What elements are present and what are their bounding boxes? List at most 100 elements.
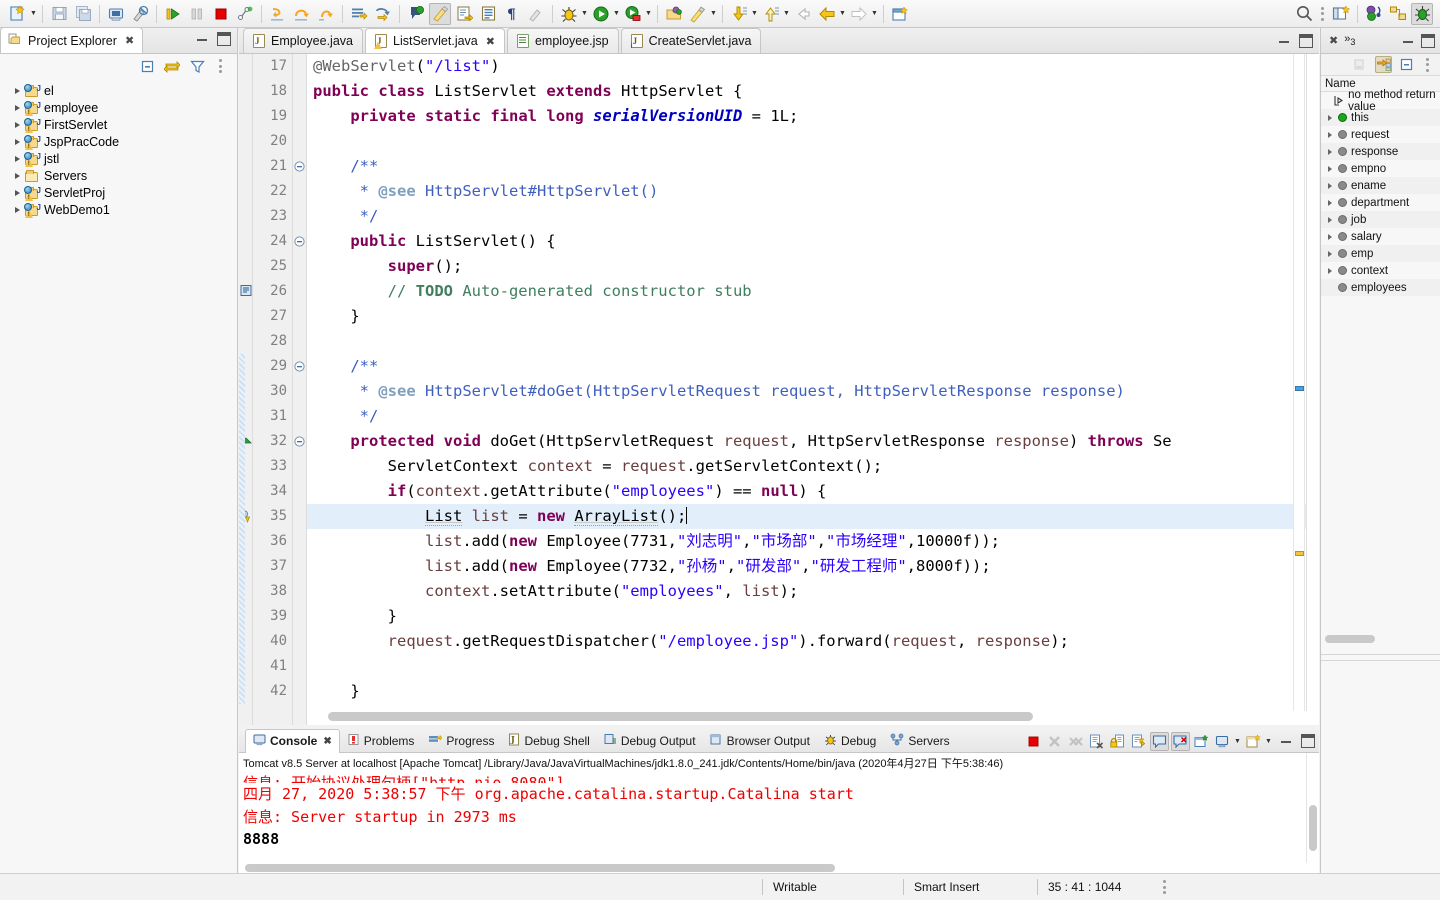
code-line[interactable]: List list = new ArrayList(); xyxy=(307,504,1319,529)
annotation-slot[interactable] xyxy=(239,154,252,179)
variable-row-ename[interactable]: ename xyxy=(1321,177,1440,194)
console-tab-debug[interactable]: Debug xyxy=(817,729,883,753)
new-window-icon[interactable] xyxy=(889,3,911,25)
run-icon[interactable] xyxy=(590,3,612,25)
view-menu-icon[interactable] xyxy=(1426,57,1429,72)
code-line[interactable]: public ListServlet() { xyxy=(307,229,1319,254)
run-dropdown[interactable]: ▼ xyxy=(613,4,620,24)
collapse-expand-icon[interactable] xyxy=(1375,56,1392,73)
variable-row-request[interactable]: request xyxy=(1321,126,1440,143)
editor-tab-ListServlet-java[interactable]: J ListServlet.java ✖ xyxy=(365,28,505,53)
console-tab-console[interactable]: Console ✖ xyxy=(245,728,340,753)
maximize-icon[interactable] xyxy=(1299,34,1313,48)
overview-ruler[interactable] xyxy=(1293,54,1305,711)
perspective-java-ee-icon[interactable] xyxy=(1363,3,1385,25)
overview-mark-blue[interactable] xyxy=(1295,386,1304,391)
scroll-lock-icon[interactable] xyxy=(1108,732,1127,751)
close-icon[interactable]: ✖ xyxy=(323,736,331,747)
view-menu-icon[interactable] xyxy=(219,59,222,73)
close-icon[interactable]: ✖ xyxy=(1329,34,1338,47)
previous-annotation-icon[interactable] xyxy=(372,3,394,25)
expand-arrow-icon[interactable] xyxy=(1323,267,1336,274)
last-edit-icon[interactable] xyxy=(728,3,750,25)
editor-tab-employee-jsp[interactable]: employee.jsp xyxy=(506,28,619,53)
code-line[interactable]: protected void doGet(HttpServletRequest … xyxy=(307,429,1319,454)
expand-arrow-icon[interactable] xyxy=(1323,216,1336,223)
variables-horizontal-scrollbar[interactable] xyxy=(1325,635,1375,643)
clear-console-icon[interactable] xyxy=(1087,732,1106,751)
open-console-icon[interactable] xyxy=(1244,732,1263,751)
code-line[interactable]: * @see HttpServlet#doGet(HttpServletRequ… xyxy=(307,379,1319,404)
code-line[interactable]: */ xyxy=(307,204,1319,229)
open-task-icon[interactable] xyxy=(477,3,499,25)
maximize-icon[interactable] xyxy=(1301,734,1315,748)
filter-icon[interactable] xyxy=(189,58,205,74)
expand-arrow-icon[interactable] xyxy=(10,189,24,196)
new-wizard-icon[interactable] xyxy=(7,3,29,25)
code-line[interactable]: super(); xyxy=(307,254,1319,279)
back-arrow-icon[interactable] xyxy=(816,3,838,25)
editor-hscroll-thumb[interactable] xyxy=(328,712,1033,721)
expand-arrow-icon[interactable] xyxy=(1323,148,1336,155)
expand-arrow-icon[interactable] xyxy=(10,87,24,94)
source-text[interactable]: @WebServlet("/list") public class ListSer… xyxy=(307,54,1319,725)
display-console-dropdown[interactable]: ▼ xyxy=(1234,731,1241,751)
external-tools-dropdown[interactable]: ▼ xyxy=(710,4,717,24)
external-tools-icon[interactable] xyxy=(687,3,709,25)
code-line[interactable] xyxy=(307,129,1319,154)
code-line[interactable]: } xyxy=(307,304,1319,329)
search-icon[interactable] xyxy=(1293,3,1315,25)
run-server-icon[interactable] xyxy=(622,3,644,25)
editor-tab-CreateServlet-java[interactable]: Ji CreateServlet.java xyxy=(620,28,762,53)
maximize-icon[interactable] xyxy=(217,32,231,46)
tree-item-FirstServlet[interactable]: JFirstServlet xyxy=(10,116,237,133)
code-line[interactable]: } xyxy=(307,604,1319,629)
view-overflow-indicator[interactable]: »3 xyxy=(1344,33,1355,47)
run-server-dropdown[interactable]: ▼ xyxy=(645,4,652,24)
expand-arrow-icon[interactable] xyxy=(10,172,24,179)
annotation-ruler[interactable] xyxy=(239,54,253,725)
editor-vertical-scrollbar[interactable] xyxy=(1306,54,1319,711)
open-perspective-button[interactable] xyxy=(1330,3,1352,25)
code-line[interactable]: if(context.getAttribute("employees") == … xyxy=(307,479,1319,504)
code-editor[interactable]: 17 18 19 20 21 22 23 24 25 26 27 28 29 30 31 32 33 34 35 36… xyxy=(239,54,1319,725)
back-icon[interactable] xyxy=(760,3,782,25)
minimize-icon[interactable] xyxy=(195,32,209,46)
console-tab-progress[interactable]: Progress xyxy=(421,729,501,753)
display-selected-console-icon[interactable] xyxy=(1213,732,1232,751)
save-all-icon[interactable] xyxy=(72,3,94,25)
collapse-all-icon[interactable] xyxy=(1398,56,1415,73)
console-tab-problems[interactable]: Problems xyxy=(340,729,422,753)
skip-breakpoints-icon[interactable] xyxy=(525,3,547,25)
remove-launch-icon[interactable] xyxy=(1045,732,1064,751)
step-into-icon[interactable] xyxy=(267,3,289,25)
expand-arrow-icon[interactable] xyxy=(10,121,24,128)
console-output[interactable]: 信息: 开始协议处理句柄["http-nio-8080"] 四月 27, 2020… xyxy=(239,772,1319,851)
console-tab-browser-output[interactable]: Browser Output xyxy=(703,729,817,753)
annotation-slot[interactable] xyxy=(239,54,252,79)
editor-tab-Employee-java[interactable]: J Employee.java xyxy=(243,28,363,53)
tree-item-JspPracCode[interactable]: JJspPracCode xyxy=(10,133,237,150)
minimize-icon[interactable] xyxy=(1279,734,1293,748)
variable-row-employees[interactable]: employees xyxy=(1321,279,1440,296)
fold-collapse-icon[interactable] xyxy=(293,154,306,179)
toggle-mark-occurrences-icon[interactable] xyxy=(129,3,151,25)
fold-collapse-icon[interactable] xyxy=(293,429,306,454)
print-icon[interactable] xyxy=(105,3,127,25)
show-whitespace-icon[interactable]: ¶ xyxy=(501,3,523,25)
show-console-on-output-icon[interactable] xyxy=(1171,731,1190,751)
back-arrow-dropdown[interactable]: ▼ xyxy=(839,4,846,24)
code-line[interactable]: list.add(new Employee(7731,"刘志明","市场部","… xyxy=(307,529,1319,554)
expand-arrow-icon[interactable] xyxy=(10,206,24,213)
close-icon[interactable]: ✖ xyxy=(486,35,495,48)
variable-row-response[interactable]: response xyxy=(1321,143,1440,160)
minimize-icon[interactable] xyxy=(1401,34,1415,48)
console-vertical-scrollbar[interactable] xyxy=(1306,753,1319,863)
debug-icon[interactable] xyxy=(558,3,580,25)
code-line[interactable]: } xyxy=(307,679,1319,704)
collapse-all-icon[interactable] xyxy=(139,58,155,74)
close-icon[interactable]: ✖ xyxy=(125,34,134,47)
suspend-icon[interactable] xyxy=(186,3,208,25)
back-dropdown[interactable]: ▼ xyxy=(783,4,790,24)
forward-icon[interactable] xyxy=(848,3,870,25)
